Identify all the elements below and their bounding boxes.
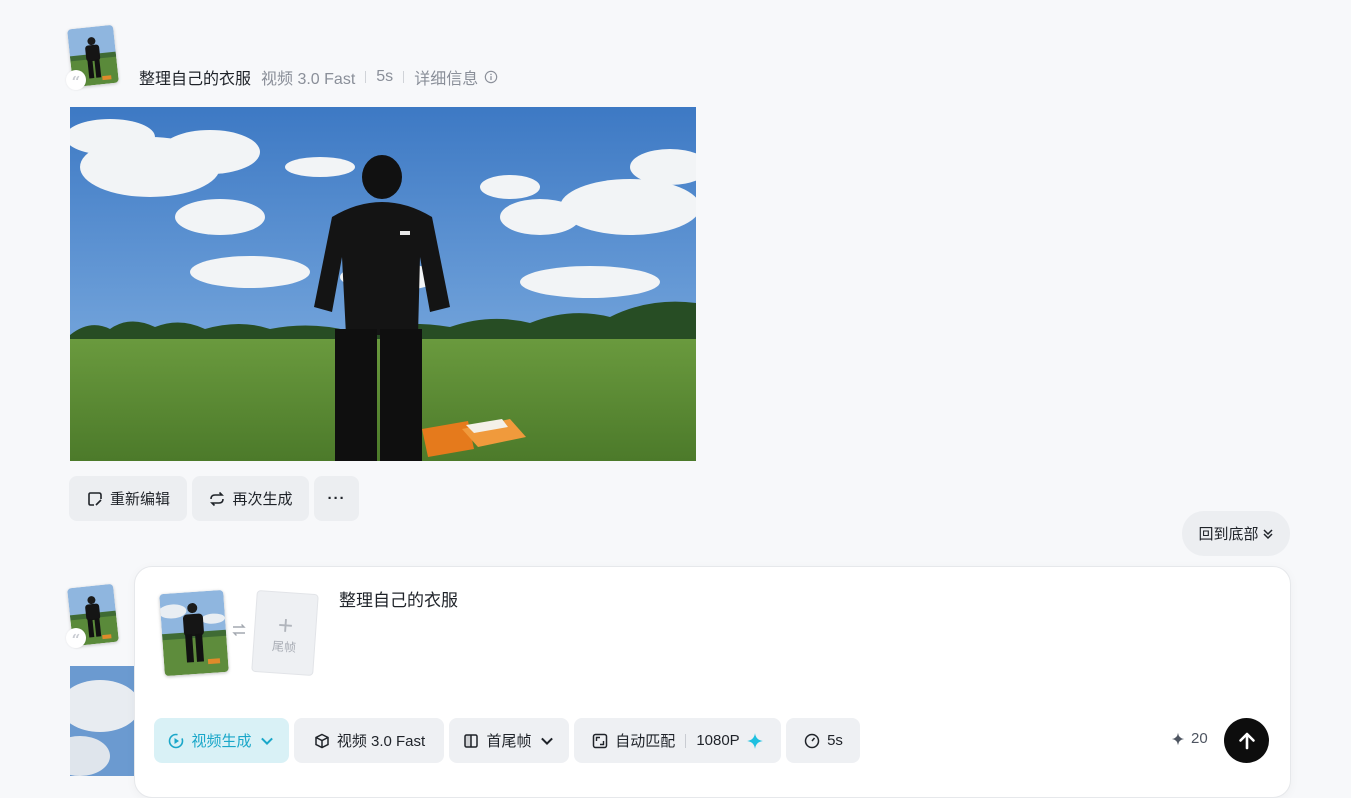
duration-label: 5s — [827, 732, 843, 749]
edit-icon — [88, 491, 102, 506]
person-photo-thumbnail — [159, 589, 229, 677]
cube-icon — [315, 733, 329, 748]
duration-select[interactable]: 5s — [786, 718, 860, 763]
info-circle-icon[interactable] — [484, 70, 498, 84]
resolution-label: 1080P — [696, 732, 740, 749]
back-to-bottom-button[interactable]: 回到底部 — [1182, 511, 1290, 556]
aspect-ratio-icon — [593, 733, 608, 748]
back-to-bottom-label: 回到底部 — [1198, 526, 1259, 543]
ratio-resolution-select[interactable]: 自动匹配 1080P — [574, 718, 781, 763]
ratio-label: 自动匹配 — [615, 733, 676, 750]
clock-icon — [804, 733, 820, 748]
video-play-icon — [169, 733, 184, 748]
record-model: 视频 3.0 Fast — [261, 71, 356, 88]
quote-badge: “ — [66, 628, 86, 649]
mode-label: 视频生成 — [191, 733, 252, 750]
end-frame-label: 尾帧 — [271, 638, 297, 655]
more-options-button[interactable]: ··· — [314, 476, 359, 521]
end-frame-upload[interactable]: + 尾帧 — [251, 589, 319, 677]
credits-value: 20 — [1191, 730, 1208, 747]
divider — [403, 71, 405, 83]
more-icon: ··· — [327, 490, 346, 507]
record-title: 整理自己的衣服 — [139, 71, 252, 88]
frames-label: 首尾帧 — [486, 733, 532, 750]
model-select[interactable]: 视频 3.0 Fast — [294, 718, 444, 763]
first-frame-image[interactable] — [159, 589, 229, 677]
video-frame-image — [70, 107, 696, 461]
sparkle-icon — [1171, 732, 1185, 745]
credits-cost: 20 — [1171, 730, 1208, 747]
sparkle-icon — [746, 732, 763, 749]
frames-select[interactable]: 首尾帧 — [449, 718, 569, 763]
chevron-down-icon — [260, 737, 273, 745]
refresh-icon — [210, 491, 225, 506]
mode-select[interactable]: 视频生成 — [154, 718, 289, 763]
prompt-input[interactable]: 整理自己的衣服 — [339, 586, 458, 611]
details-link[interactable]: 详细信息 — [414, 65, 478, 89]
record-duration: 5s — [376, 68, 394, 85]
send-button[interactable] — [1224, 718, 1269, 763]
record-meta-row: 整理自己的衣服 视频 3.0 Fast 5s 详细信息 — [139, 66, 498, 88]
divider — [365, 71, 367, 83]
chevron-down-icon — [540, 737, 553, 745]
model-label: 视频 3.0 Fast — [336, 733, 426, 750]
swap-arrows-icon[interactable] — [231, 622, 247, 638]
regenerate-button[interactable]: 再次生成 — [192, 476, 309, 521]
divider — [685, 733, 687, 748]
double-chevron-down-icon — [1262, 528, 1273, 539]
reedit-button[interactable]: 重新编辑 — [69, 476, 187, 521]
regenerate-label: 再次生成 — [232, 491, 293, 508]
generated-video-preview[interactable] — [70, 107, 696, 461]
reedit-label: 重新编辑 — [109, 491, 170, 508]
frames-icon — [464, 733, 479, 748]
quote-badge: “ — [66, 70, 86, 91]
plus-icon: + — [276, 609, 295, 641]
arrow-up-icon — [1238, 732, 1255, 749]
